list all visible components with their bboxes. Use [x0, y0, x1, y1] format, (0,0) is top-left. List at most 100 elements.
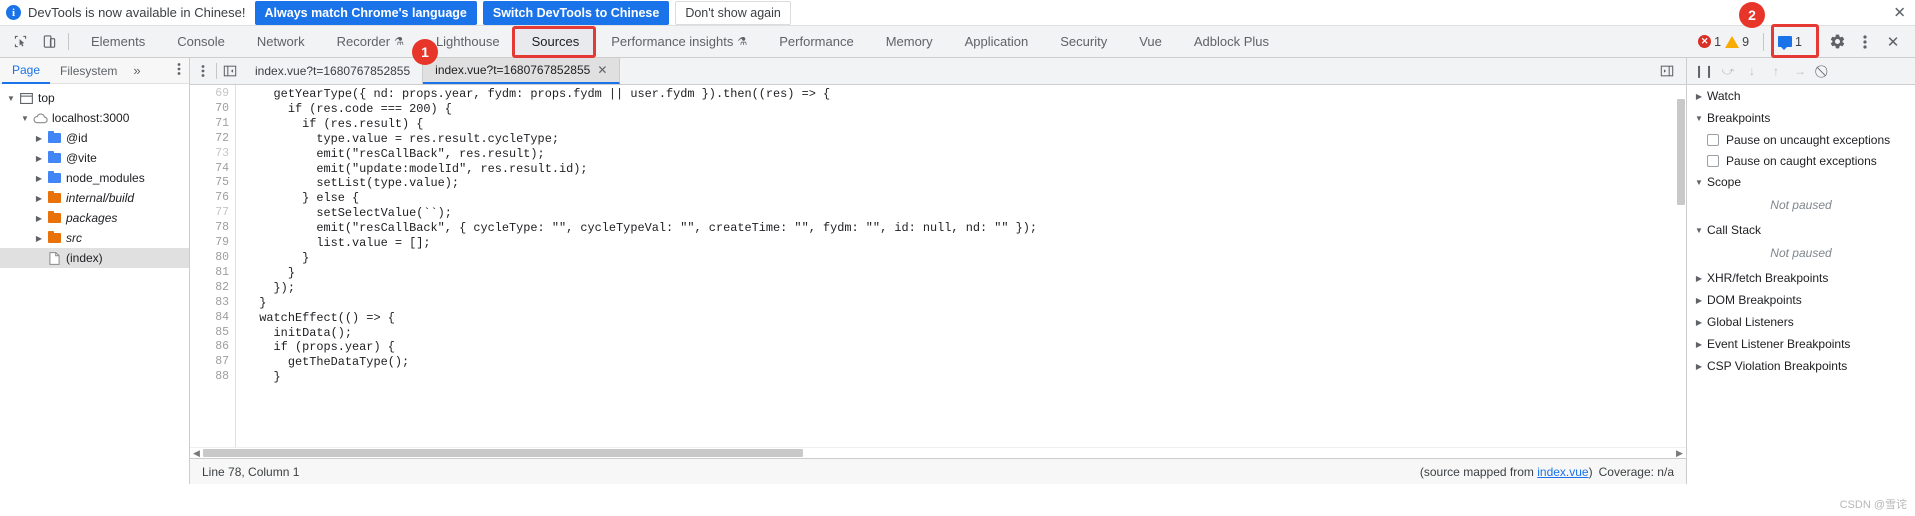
- navigator-tab-filesystem[interactable]: Filesystem: [50, 58, 127, 84]
- line-number[interactable]: 77: [190, 206, 229, 221]
- deactivate-breakpoints-icon[interactable]: ⃠: [1813, 60, 1835, 82]
- line-number[interactable]: 69: [190, 87, 229, 102]
- close-devtools-icon[interactable]: ✕: [1879, 28, 1907, 56]
- debugger-section-breakpoints[interactable]: ▼ Breakpoints: [1687, 107, 1915, 129]
- panel-tab-performance-insights[interactable]: Performance insights ⚗: [595, 26, 763, 57]
- show-navigator-icon[interactable]: [217, 58, 243, 84]
- show-debugger-sidebar-icon[interactable]: [1654, 64, 1680, 78]
- line-number[interactable]: 87: [190, 355, 229, 370]
- panel-tab-memory[interactable]: Memory: [870, 26, 949, 57]
- code-line[interactable]: emit("resCallBack", { cycleType: "", cyc…: [245, 221, 1686, 236]
- line-number[interactable]: 80: [190, 251, 229, 266]
- debugger-section-call-stack[interactable]: ▼ Call Stack: [1687, 219, 1915, 241]
- panel-tab-sources[interactable]: Sources: [515, 26, 596, 57]
- panel-tab-security[interactable]: Security: [1044, 26, 1123, 57]
- pause-script-icon[interactable]: ❙❙: [1693, 60, 1715, 82]
- expand-caret-icon[interactable]: ▼: [18, 114, 32, 123]
- collapse-caret-icon[interactable]: ▶: [1693, 318, 1705, 327]
- collapse-caret-icon[interactable]: ▶: [1693, 274, 1705, 283]
- panel-tab-elements[interactable]: Elements: [75, 26, 161, 57]
- more-options-icon[interactable]: [1851, 28, 1879, 56]
- line-number[interactable]: 71: [190, 117, 229, 132]
- code-line[interactable]: type.value = res.result.cycleType;: [245, 132, 1686, 147]
- step-icon[interactable]: →: [1789, 60, 1811, 82]
- code-line[interactable]: }: [245, 370, 1686, 385]
- expand-caret-icon[interactable]: ▼: [1693, 178, 1705, 187]
- line-number[interactable]: 84: [190, 311, 229, 326]
- code-line[interactable]: list.value = [];: [245, 236, 1686, 251]
- debugger-section-csp-violation-breakpoints[interactable]: ▶ CSP Violation Breakpoints: [1687, 355, 1915, 377]
- collapse-caret-icon[interactable]: ▶: [32, 154, 46, 163]
- collapse-caret-icon[interactable]: ▶: [1693, 92, 1705, 101]
- file-tree-node[interactable]: ▶ @vite: [0, 148, 189, 168]
- step-out-icon[interactable]: ↑: [1765, 60, 1787, 82]
- warning-counter[interactable]: 9: [1725, 35, 1749, 49]
- line-number[interactable]: 76: [190, 191, 229, 206]
- line-number[interactable]: 88: [190, 370, 229, 385]
- expand-caret-icon[interactable]: ▼: [1693, 114, 1705, 123]
- panel-tab-vue[interactable]: Vue: [1123, 26, 1178, 57]
- code-line[interactable]: watchEffect(() => {: [245, 311, 1686, 326]
- file-tree-node[interactable]: ▶ packages: [0, 208, 189, 228]
- editor-vertical-scrollbar[interactable]: [1675, 85, 1686, 447]
- line-number[interactable]: 81: [190, 266, 229, 281]
- step-over-icon[interactable]: ⤻: [1717, 60, 1739, 82]
- dont-show-again-button[interactable]: Don't show again: [675, 0, 791, 25]
- code-line[interactable]: }: [245, 251, 1686, 266]
- scroll-right-icon[interactable]: ▶: [1673, 448, 1686, 459]
- error-counter[interactable]: ✕ 1: [1698, 35, 1721, 49]
- panel-tab-adblock-plus[interactable]: Adblock Plus: [1178, 26, 1285, 57]
- device-toolbar-icon[interactable]: [38, 31, 60, 53]
- code-line[interactable]: setList(type.value);: [245, 176, 1686, 191]
- line-number[interactable]: 79: [190, 236, 229, 251]
- panel-tab-recorder[interactable]: Recorder ⚗: [321, 26, 420, 57]
- debugger-section-global-listeners[interactable]: ▶ Global Listeners: [1687, 311, 1915, 333]
- switch-to-chinese-button[interactable]: Switch DevTools to Chinese: [482, 0, 670, 25]
- checkbox[interactable]: [1707, 154, 1719, 167]
- navigator-tab-page[interactable]: Page: [2, 58, 51, 84]
- always-match-language-button[interactable]: Always match Chrome's language: [254, 0, 477, 25]
- line-number[interactable]: 83: [190, 296, 229, 311]
- code-editor[interactable]: 69 70 71 72 73 74 75 76 77 78 79 80 81 82 83 84 85 86 87 88…: [190, 85, 1686, 458]
- horizontal-scroll-thumb[interactable]: [203, 449, 803, 457]
- code-line[interactable]: }: [245, 296, 1686, 311]
- source-tabs-options-icon[interactable]: [190, 58, 216, 84]
- issues-counter-group[interactable]: 1: [1770, 26, 1810, 58]
- source-map-link[interactable]: index.vue: [1537, 465, 1588, 479]
- code-line[interactable]: emit("update:modelId", res.result.id);: [245, 162, 1686, 177]
- expand-caret-icon[interactable]: ▼: [4, 94, 18, 103]
- file-tree-node[interactable]: ▶ internal/build: [0, 188, 189, 208]
- collapse-caret-icon[interactable]: ▶: [32, 134, 46, 143]
- code-line[interactable]: if (res.code === 200) {: [245, 102, 1686, 117]
- line-number[interactable]: 85: [190, 326, 229, 341]
- line-number[interactable]: 82: [190, 281, 229, 296]
- code-line[interactable]: emit("resCallBack", res.result);: [245, 147, 1686, 162]
- source-tab-1[interactable]: index.vue?t=1680767852855 ✕: [423, 58, 621, 84]
- code-line[interactable]: });: [245, 281, 1686, 296]
- panel-tab-console[interactable]: Console: [161, 26, 241, 57]
- navigator-more-tabs-icon[interactable]: »: [127, 63, 146, 78]
- issue-counters[interactable]: ✕ 1 9: [1690, 26, 1757, 58]
- file-tree-node[interactable]: ▶ @id: [0, 128, 189, 148]
- code-line[interactable]: initData();: [245, 326, 1686, 341]
- line-number[interactable]: 86: [190, 340, 229, 355]
- collapse-caret-icon[interactable]: ▶: [32, 234, 46, 243]
- line-number[interactable]: 75: [190, 176, 229, 191]
- file-tree-node[interactable]: ▶ src: [0, 228, 189, 248]
- editor-horizontal-scrollbar[interactable]: ◀ ▶: [190, 447, 1686, 458]
- code-line[interactable]: } else {: [245, 191, 1686, 206]
- debugger-section-scope[interactable]: ▼ Scope: [1687, 171, 1915, 193]
- step-into-icon[interactable]: ↓: [1741, 60, 1763, 82]
- collapse-caret-icon[interactable]: ▶: [32, 174, 46, 183]
- line-number[interactable]: 72: [190, 132, 229, 147]
- close-source-tab-icon[interactable]: ✕: [597, 63, 607, 77]
- collapse-caret-icon[interactable]: ▶: [1693, 362, 1705, 371]
- navigator-options-icon[interactable]: [169, 62, 189, 79]
- inspect-element-icon[interactable]: [9, 31, 31, 53]
- collapse-caret-icon[interactable]: ▶: [32, 194, 46, 203]
- line-number[interactable]: 74: [190, 162, 229, 177]
- file-tree-node[interactable]: ▼ top: [0, 88, 189, 108]
- code-line[interactable]: if (props.year) {: [245, 340, 1686, 355]
- source-code-text[interactable]: getYearType({ nd: props.year, fydm: prop…: [236, 85, 1686, 458]
- line-number[interactable]: 78: [190, 221, 229, 236]
